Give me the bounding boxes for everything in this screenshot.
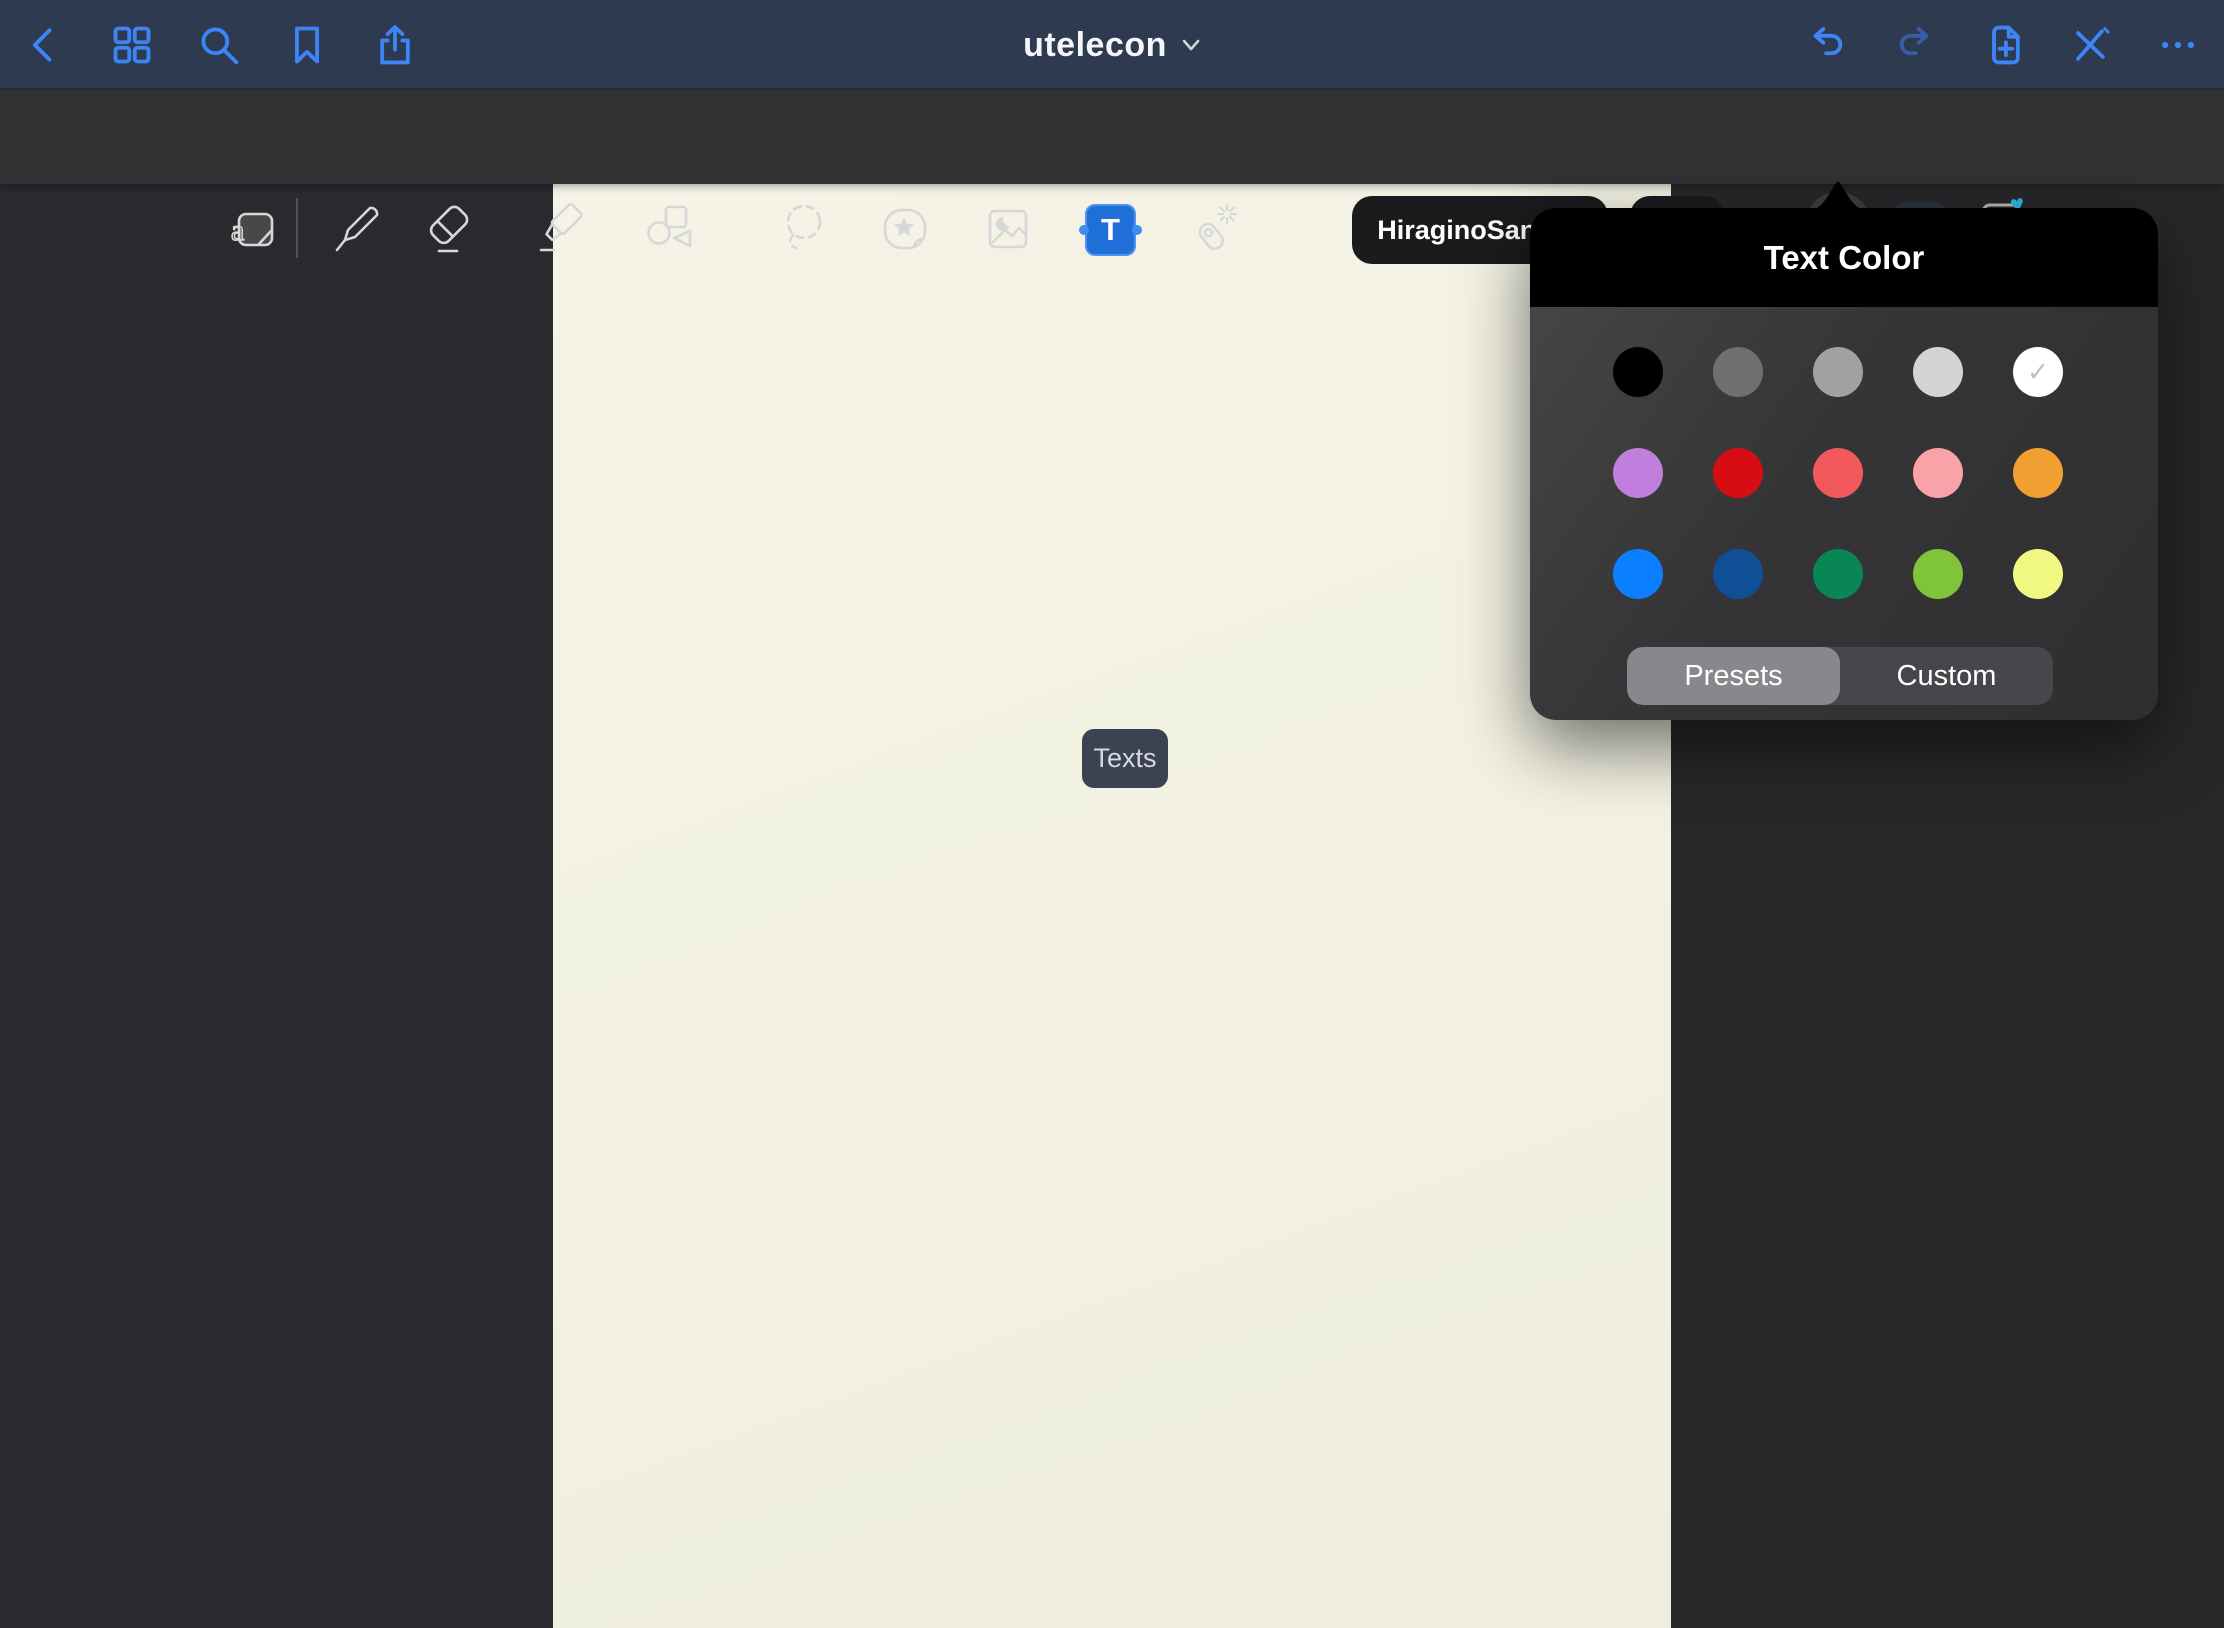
eraser-tool-icon[interactable]: [420, 201, 476, 257]
toolbar-divider: [296, 198, 298, 258]
document-title-button[interactable]: utelecon: [1023, 0, 1201, 90]
sticker-tool-icon[interactable]: [877, 201, 933, 257]
svg-text:a: a: [231, 214, 244, 247]
image-tool-icon[interactable]: [980, 201, 1036, 257]
swatch-orange[interactable]: [2013, 448, 2063, 498]
swatch-blue[interactable]: [1613, 549, 1663, 599]
swatch-white[interactable]: ✓: [2013, 347, 2063, 397]
popover-arrow: [1812, 181, 1864, 209]
more-icon[interactable]: [2156, 23, 2200, 67]
swatch-dark-blue[interactable]: [1713, 549, 1763, 599]
canvas-text-label: Texts: [1093, 743, 1156, 774]
undo-icon[interactable]: [1805, 23, 1849, 67]
canvas-background-left: [0, 184, 553, 1628]
share-icon[interactable]: [373, 23, 417, 67]
popover-title: Text Color: [1764, 239, 1925, 277]
swatch-dark-gray[interactable]: [1713, 347, 1763, 397]
swatch-orchid[interactable]: [1613, 448, 1663, 498]
shapes-tool-icon[interactable]: [640, 201, 696, 257]
back-icon[interactable]: [22, 23, 66, 67]
highlighter-tool-icon[interactable]: [532, 201, 588, 257]
swatch-grid: ✓: [1613, 347, 2063, 599]
selection-handle-right: [1132, 225, 1142, 235]
swatch-light-green[interactable]: [1913, 549, 1963, 599]
popover-header: Text Color: [1530, 208, 2158, 307]
thumbnails-grid-icon[interactable]: [110, 23, 154, 67]
text-tool-button-active[interactable]: T: [1085, 204, 1136, 256]
top-navigation-bar: utelecon: [0, 0, 2224, 90]
note-page[interactable]: [553, 184, 1671, 1628]
swatch-gray[interactable]: [1813, 347, 1863, 397]
swatch-black[interactable]: [1613, 347, 1663, 397]
document-mode-icon[interactable]: a: [224, 201, 280, 257]
presets-custom-segmented-control: Presets Custom: [1627, 647, 2053, 705]
text-color-popover: Text Color ✓ Presets Custom: [1530, 208, 2158, 720]
add-page-icon[interactable]: [1983, 23, 2027, 67]
redo-icon[interactable]: [1893, 23, 1937, 67]
tool-bar: a: [0, 90, 2224, 184]
stylus-cross-icon[interactable]: [2068, 23, 2112, 67]
laser-pointer-tool-icon[interactable]: [1185, 201, 1241, 257]
check-icon: ✓: [2027, 359, 2050, 386]
page-title: utelecon: [1023, 26, 1167, 65]
swatch-pink[interactable]: [1913, 448, 1963, 498]
swatch-yellow[interactable]: [2013, 549, 2063, 599]
tab-custom[interactable]: Custom: [1840, 647, 2053, 705]
text-tool-label: T: [1101, 212, 1120, 248]
swatch-green[interactable]: [1813, 549, 1863, 599]
lasso-tool-icon[interactable]: [777, 201, 833, 257]
pen-tool-icon[interactable]: [328, 201, 384, 257]
swatch-light-gray[interactable]: [1913, 347, 1963, 397]
app-window: utelecon: [0, 0, 2224, 1628]
bookmark-icon[interactable]: [285, 23, 329, 67]
canvas-text-object[interactable]: Texts: [1082, 729, 1168, 788]
swatch-coral[interactable]: [1813, 448, 1863, 498]
search-icon[interactable]: [197, 23, 241, 67]
swatch-red[interactable]: [1713, 448, 1763, 498]
chevron-down-icon: [1181, 38, 1201, 52]
selection-handle-left: [1079, 225, 1089, 235]
tab-presets[interactable]: Presets: [1627, 647, 1840, 705]
